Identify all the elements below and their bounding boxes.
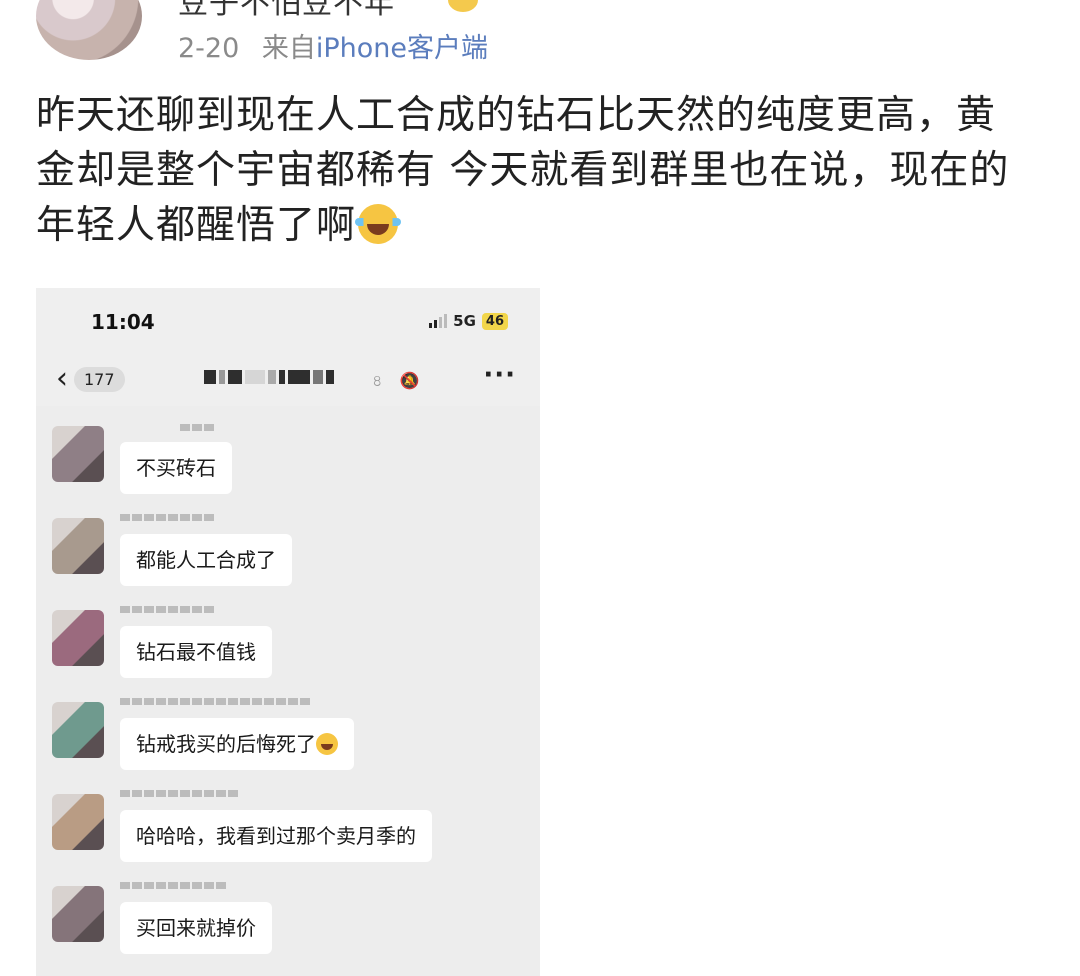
message-bubble[interactable]: 不买砖石 — [120, 442, 232, 494]
message-text: 钻戒我买的后悔死了 — [136, 732, 316, 756]
more-options-button[interactable]: ··· — [483, 360, 516, 390]
sender-avatar[interactable] — [52, 610, 104, 666]
laugh-cry-emoji-icon — [355, 204, 402, 244]
sender-name-mosaic — [180, 424, 214, 431]
message-bubble[interactable]: 钻石最不值钱 — [120, 626, 272, 678]
signal-icon — [429, 314, 448, 328]
network-type: 5G — [453, 312, 476, 330]
status-indicators: 5G 46 — [429, 312, 508, 330]
phone-header: 11:04 5G 46 ‹ 177 ৪ 🔕 ··· — [36, 288, 540, 406]
post-text-line-content: 年轻人都醒悟了啊 — [36, 203, 357, 248]
sender-name-mosaic — [120, 606, 214, 613]
battery-icon: 46 — [481, 312, 508, 330]
emoji-badge-icon — [448, 0, 478, 12]
post-source-prefix: 来自 — [261, 33, 316, 64]
post-text-line: 昨天还聊到现在人工合成的钻石比天然的纯度更高，黄 — [36, 93, 997, 138]
sender-avatar[interactable] — [52, 886, 104, 942]
message-bubble[interactable]: 买回来就掉价 — [120, 902, 272, 954]
message-bubble[interactable]: 钻戒我买的后悔死了 — [120, 718, 354, 770]
message-bubble[interactable]: 哈哈哈，我看到过那个卖月季的 — [120, 810, 432, 862]
username[interactable]: 豆子不怕豆不年 — [178, 0, 395, 22]
sender-name-mosaic — [120, 882, 226, 889]
sender-name-mosaic — [120, 698, 310, 705]
post-text-line: 金却是整个宇宙都稀有 今天就看到群里也在说，现在的 — [36, 148, 1010, 193]
status-time: 11:04 — [91, 310, 155, 334]
post-date: 2-20 — [178, 33, 240, 64]
post-meta: 2-20 来自iPhone客户端 — [178, 26, 488, 65]
post-source-client[interactable]: iPhone客户端 — [316, 33, 488, 64]
mute-ear-icon: ৪ 🔕 — [372, 371, 426, 390]
chat-screenshot-image[interactable]: 11:04 5G 46 ‹ 177 ৪ 🔕 ··· 不买砖石 都能人工合成了 钻… — [36, 288, 540, 976]
chat-title-mosaic — [204, 370, 334, 384]
user-avatar[interactable] — [36, 0, 142, 60]
sender-name-mosaic — [120, 790, 238, 797]
sender-avatar[interactable] — [52, 518, 104, 574]
sender-avatar[interactable] — [52, 426, 104, 482]
laugh-cry-emoji-icon — [316, 733, 338, 755]
chevron-left-icon: ‹ — [56, 361, 68, 396]
sender-avatar[interactable] — [52, 702, 104, 758]
message-bubble[interactable]: 都能人工合成了 — [120, 534, 292, 586]
post-text: 昨天还聊到现在人工合成的钻石比天然的纯度更高，黄 金却是整个宇宙都稀有 今天就看… — [36, 88, 1046, 253]
unread-count: 177 — [74, 366, 125, 392]
sender-name-mosaic — [120, 514, 214, 521]
post-text-line: 年轻人都醒悟了啊 — [36, 198, 1046, 253]
back-button[interactable]: ‹ 177 — [56, 364, 125, 394]
sender-avatar[interactable] — [52, 794, 104, 850]
